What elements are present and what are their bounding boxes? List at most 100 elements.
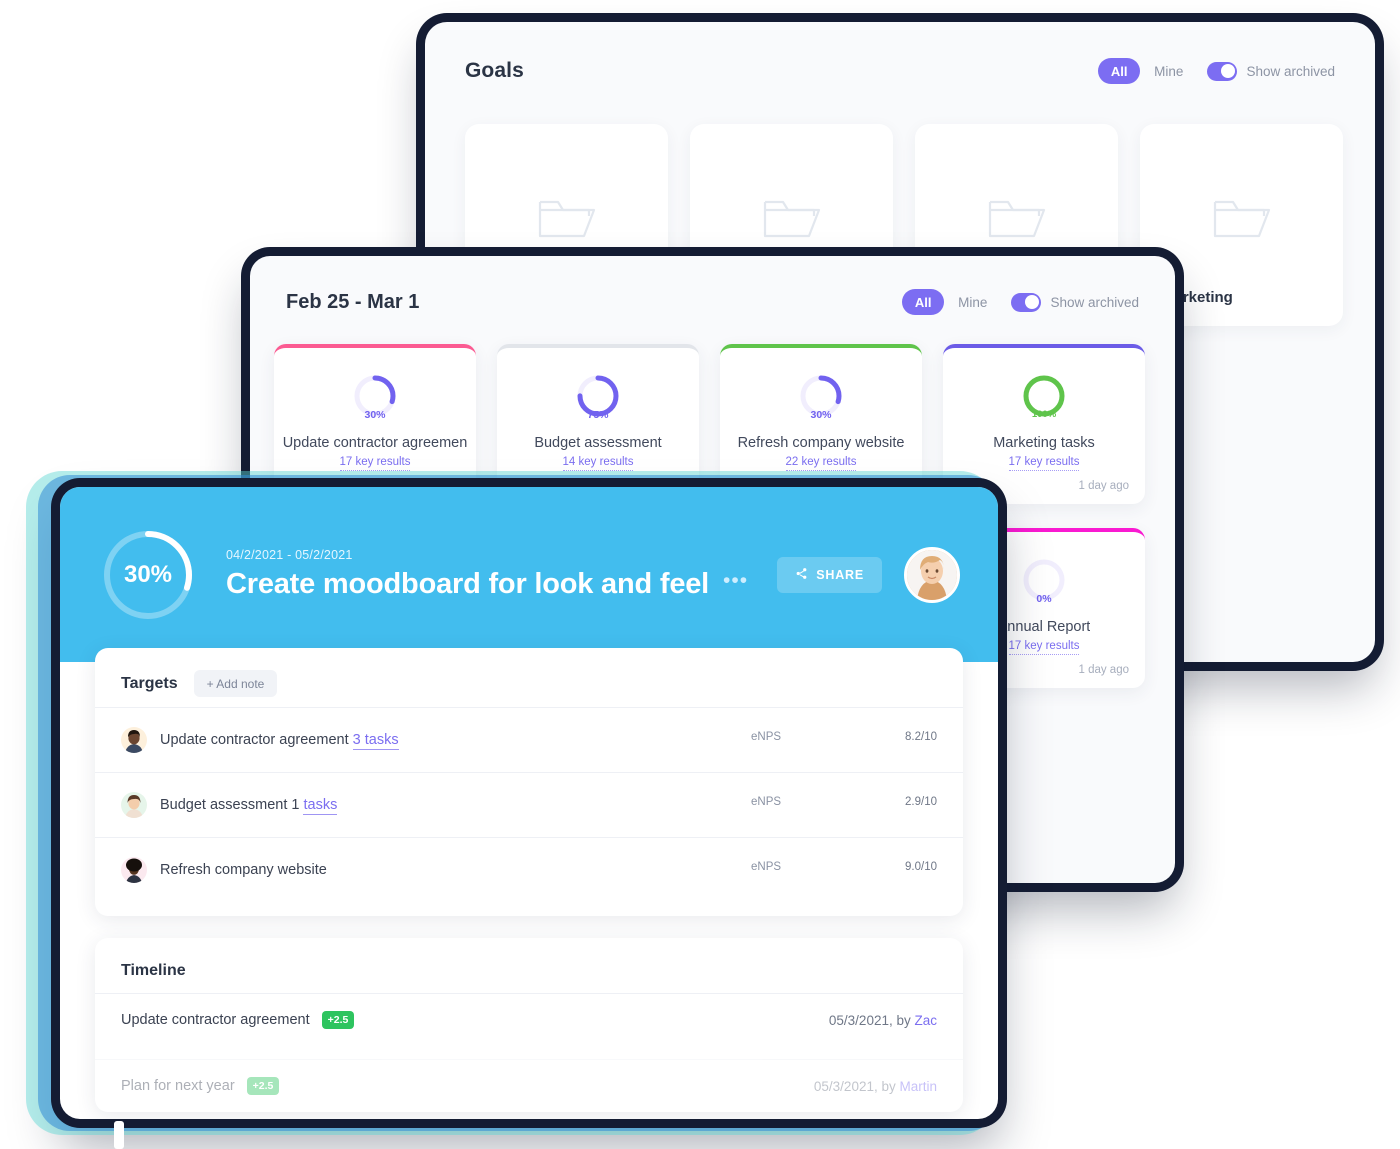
folder-icon [536, 192, 598, 249]
folder-icon [986, 192, 1048, 249]
progress-ring: 0% [1021, 557, 1067, 608]
progress-value: 100% [1031, 409, 1057, 420]
window-bottom-handle[interactable] [114, 1121, 124, 1149]
avatar [121, 857, 147, 883]
metric-label: eNPS [751, 795, 782, 808]
filter-all-button[interactable]: All [1098, 58, 1141, 84]
show-archived-group: Show archived [1011, 292, 1139, 312]
timeline-date: 05/3/2021, by [828, 1012, 915, 1028]
target-row[interactable]: Update contractor agreement 3 tasks eNPS… [95, 707, 963, 772]
folder-icon [1211, 192, 1273, 249]
targets-title: Targets [121, 674, 178, 692]
metric-value: 8.2/10 [905, 730, 937, 743]
target-row[interactable]: Budget assessment 1 tasks eNPS 2.9/10 [95, 772, 963, 837]
date-range: 04/2/2021 - 05/2/2021 [226, 548, 353, 562]
goal-key-results[interactable]: 17 key results [1008, 456, 1080, 471]
page-title: Goals [465, 59, 524, 82]
hero-progress-value: 30% [123, 560, 173, 588]
add-note-button[interactable]: + Add note [193, 670, 278, 697]
timeline-date: 05/3/2021, by [813, 1078, 900, 1094]
goal-detail-window: 30% 04/2/2021 - 05/2/2021 Create moodboa… [60, 487, 998, 1119]
detail-hero-header: 30% 04/2/2021 - 05/2/2021 Create moodboa… [60, 487, 998, 662]
target-metric: eNPS 9.0/10 [751, 861, 937, 880]
target-tasks-link[interactable]: tasks [303, 797, 338, 815]
filter-all-button[interactable]: All [902, 289, 945, 315]
target-tasks-link[interactable]: 3 tasks [352, 732, 399, 750]
target-metric: eNPS 8.2/10 [751, 731, 937, 750]
timeline-author[interactable]: Zac [914, 1013, 937, 1028]
target-name-text: Update contractor agreement [160, 732, 353, 748]
goal-name: Marketing tasks [993, 435, 1095, 451]
metric-value: 2.9/10 [905, 795, 937, 808]
show-archived-toggle[interactable] [1207, 61, 1238, 81]
goal-name: Update contractor agreemen [282, 435, 468, 451]
week-header: Feb 25 - Mar 1 All Mine Show archived [250, 256, 1175, 315]
timeline-item-name: Update contractor agreement [121, 1012, 310, 1028]
timeline-panel: Timeline Update contractor agreement +2.… [95, 938, 963, 1112]
progress-value: 30% [364, 408, 386, 421]
avatar [121, 792, 147, 818]
goals-header: Goals All Mine Show archived [425, 22, 1375, 84]
target-name: Update contractor agreement 3 tasks [160, 732, 751, 750]
goal-key-results[interactable]: 14 key results [562, 456, 634, 471]
timeline-author[interactable]: Martin [899, 1079, 937, 1094]
timeline-row[interactable]: Plan for next year +2.5 05/3/2021, by Ma… [95, 1059, 963, 1112]
share-icon [795, 567, 808, 583]
goal-name: Refresh company website [737, 435, 905, 451]
screenshot-stage: Goals All Mine Show archived Marketing F… [0, 0, 1400, 1149]
progress-ring: 75% [575, 373, 621, 424]
folder-icon [761, 192, 823, 249]
goals-filter-group: All Mine Show archived [1098, 58, 1335, 84]
show-archived-group: Show archived [1207, 61, 1335, 81]
goal-card[interactable]: 75% Budget assessment 14 key results [497, 344, 699, 504]
progress-ring: 30% [798, 373, 844, 424]
goal-key-results[interactable]: 17 key results [1008, 640, 1080, 655]
timeline-item-name: Plan for next year [121, 1078, 235, 1094]
metric-value: 9.0/10 [905, 860, 937, 873]
hero-text-block: 04/2/2021 - 05/2/2021 Create moodboard f… [226, 548, 777, 601]
toggle-knob [1220, 64, 1235, 78]
timeline-delta-badge: +2.5 [321, 1011, 355, 1029]
targets-header: Targets + Add note [95, 648, 963, 707]
avatar[interactable] [904, 546, 960, 603]
target-name: Budget assessment 1 tasks [160, 797, 751, 815]
target-metric: eNPS 2.9/10 [751, 796, 937, 815]
progress-value: 0% [1036, 592, 1052, 605]
hero-progress-ring: 30% [100, 527, 196, 623]
target-name: Refresh company website [160, 862, 751, 878]
timeline-row[interactable]: Update contractor agreement +2.5 05/3/20… [95, 993, 963, 1046]
show-archived-toggle[interactable] [1011, 292, 1042, 312]
show-archived-label: Show archived [1050, 294, 1139, 310]
progress-ring: 30% [352, 373, 398, 424]
timeline-title: Timeline [121, 962, 186, 979]
goal-key-results[interactable]: 17 key results [339, 456, 411, 471]
goal-card[interactable]: 30% Update contractor agreemen 17 key re… [274, 344, 476, 504]
goal-card[interactable]: 100% Marketing tasks 17 key results 1 da… [943, 344, 1145, 504]
goal-title: Create moodboard for look and feel [226, 568, 710, 600]
share-label: SHARE [816, 567, 864, 582]
timeline-meta: 05/3/2021, by Martin [814, 1079, 937, 1094]
progress-value: 75% [587, 408, 609, 421]
goal-key-results[interactable]: 22 key results [785, 456, 857, 471]
toggle-knob [1024, 295, 1039, 309]
goal-card[interactable]: 30% Refresh company website 22 key resul… [720, 344, 922, 504]
progress-ring: 100% [1021, 373, 1067, 424]
goal-timestamp: 1 day ago [1078, 664, 1129, 676]
timeline-meta: 05/3/2021, by Zac [829, 1013, 937, 1028]
progress-value: 30% [810, 408, 832, 421]
target-row[interactable]: Refresh company website eNPS 9.0/10 [95, 837, 963, 902]
goal-timestamp: 1 day ago [1078, 480, 1129, 492]
target-name-text: Budget assessment 1 [160, 797, 304, 813]
goal-name: Annual Report [997, 619, 1091, 635]
filter-mine-button[interactable]: Mine [1154, 64, 1183, 79]
target-name-text: Refresh company website [160, 862, 327, 878]
more-options-icon[interactable]: ••• [723, 570, 748, 599]
timeline-delta-badge: +2.5 [246, 1077, 280, 1095]
filter-mine-button[interactable]: Mine [958, 295, 987, 310]
week-range-title: Feb 25 - Mar 1 [286, 290, 420, 313]
week-filter-group: All Mine Show archived [902, 289, 1139, 315]
share-button[interactable]: SHARE [777, 556, 882, 593]
show-archived-label: Show archived [1246, 63, 1335, 79]
goal-name: Budget assessment [534, 435, 662, 451]
targets-panel: Targets + Add note Update contractor agr… [95, 648, 963, 916]
